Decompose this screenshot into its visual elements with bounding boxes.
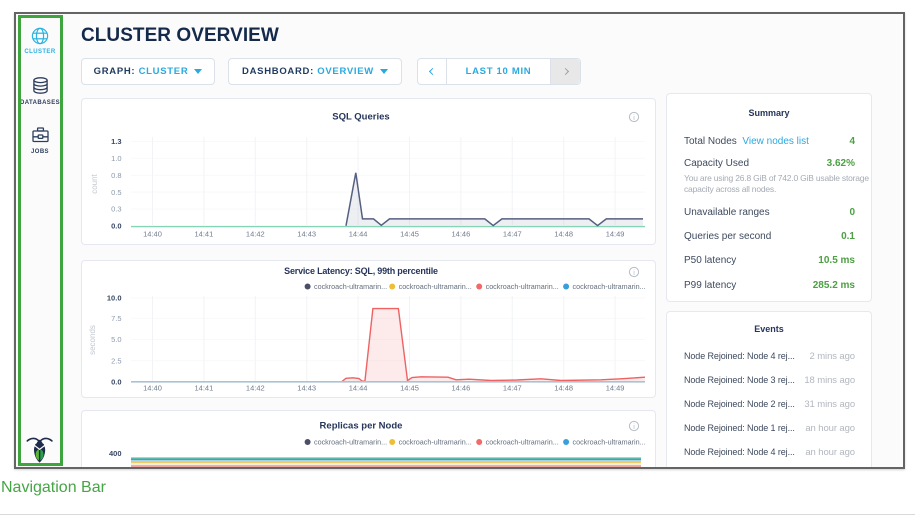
svg-text:cockroach-ultramarin...: cockroach-ultramarin... — [486, 438, 559, 447]
svg-text:14:49: 14:49 — [606, 230, 625, 239]
svg-text:SQL Queries: SQL Queries — [332, 112, 389, 123]
svg-text:14:46: 14:46 — [452, 230, 471, 239]
svg-text:7.5: 7.5 — [111, 314, 121, 323]
svg-text:0.0: 0.0 — [111, 222, 121, 231]
svg-text:14:45: 14:45 — [400, 230, 419, 239]
svg-text:cockroach-ultramarin...: cockroach-ultramarin... — [399, 438, 472, 447]
svg-text:0.0: 0.0 — [111, 378, 121, 387]
svg-text:10.0: 10.0 — [107, 294, 122, 303]
svg-text:14:42: 14:42 — [246, 230, 265, 239]
svg-text:cockroach-ultramarin...: cockroach-ultramarin... — [314, 438, 387, 447]
svg-text:14:44: 14:44 — [349, 230, 368, 239]
svg-text:cockroach-ultramarin...: cockroach-ultramarin... — [399, 282, 472, 291]
svg-text:Service Latency: SQL, 99th per: Service Latency: SQL, 99th percentile — [284, 266, 438, 276]
svg-text:i: i — [633, 115, 635, 122]
svg-text:2.5: 2.5 — [111, 357, 121, 366]
svg-text:14:45: 14:45 — [400, 384, 419, 393]
svg-text:cockroach-ultramarin...: cockroach-ultramarin... — [573, 282, 646, 291]
svg-text:seconds: seconds — [88, 325, 97, 355]
svg-text:14:41: 14:41 — [195, 384, 214, 393]
svg-text:14:49: 14:49 — [606, 384, 625, 393]
svg-text:cockroach-ultramarin...: cockroach-ultramarin... — [573, 438, 646, 447]
svg-text:400: 400 — [109, 449, 122, 458]
svg-text:14:42: 14:42 — [246, 384, 265, 393]
svg-text:Replicas per Node: Replicas per Node — [320, 421, 403, 432]
svg-text:count: count — [90, 173, 99, 193]
svg-text:14:43: 14:43 — [297, 230, 316, 239]
svg-text:i: i — [633, 270, 635, 277]
svg-text:1.3: 1.3 — [111, 137, 121, 146]
svg-text:14:44: 14:44 — [349, 384, 368, 393]
svg-text:cockroach-ultramarin...: cockroach-ultramarin... — [314, 282, 387, 291]
svg-text:14:48: 14:48 — [554, 230, 573, 239]
svg-text:0.3: 0.3 — [111, 205, 121, 214]
svg-text:i: i — [633, 424, 635, 431]
svg-text:14:40: 14:40 — [143, 384, 162, 393]
svg-text:14:47: 14:47 — [503, 384, 522, 393]
svg-text:0.5: 0.5 — [111, 188, 121, 197]
svg-text:14:46: 14:46 — [452, 384, 471, 393]
svg-text:14:43: 14:43 — [297, 384, 316, 393]
svg-text:0.8: 0.8 — [111, 171, 121, 180]
svg-text:cockroach-ultramarin...: cockroach-ultramarin... — [486, 282, 559, 291]
svg-text:14:48: 14:48 — [554, 384, 573, 393]
svg-text:14:40: 14:40 — [143, 230, 162, 239]
svg-text:14:41: 14:41 — [195, 230, 214, 239]
svg-text:14:47: 14:47 — [503, 230, 522, 239]
svg-text:1.0: 1.0 — [111, 154, 121, 163]
svg-text:5.0: 5.0 — [111, 335, 121, 344]
